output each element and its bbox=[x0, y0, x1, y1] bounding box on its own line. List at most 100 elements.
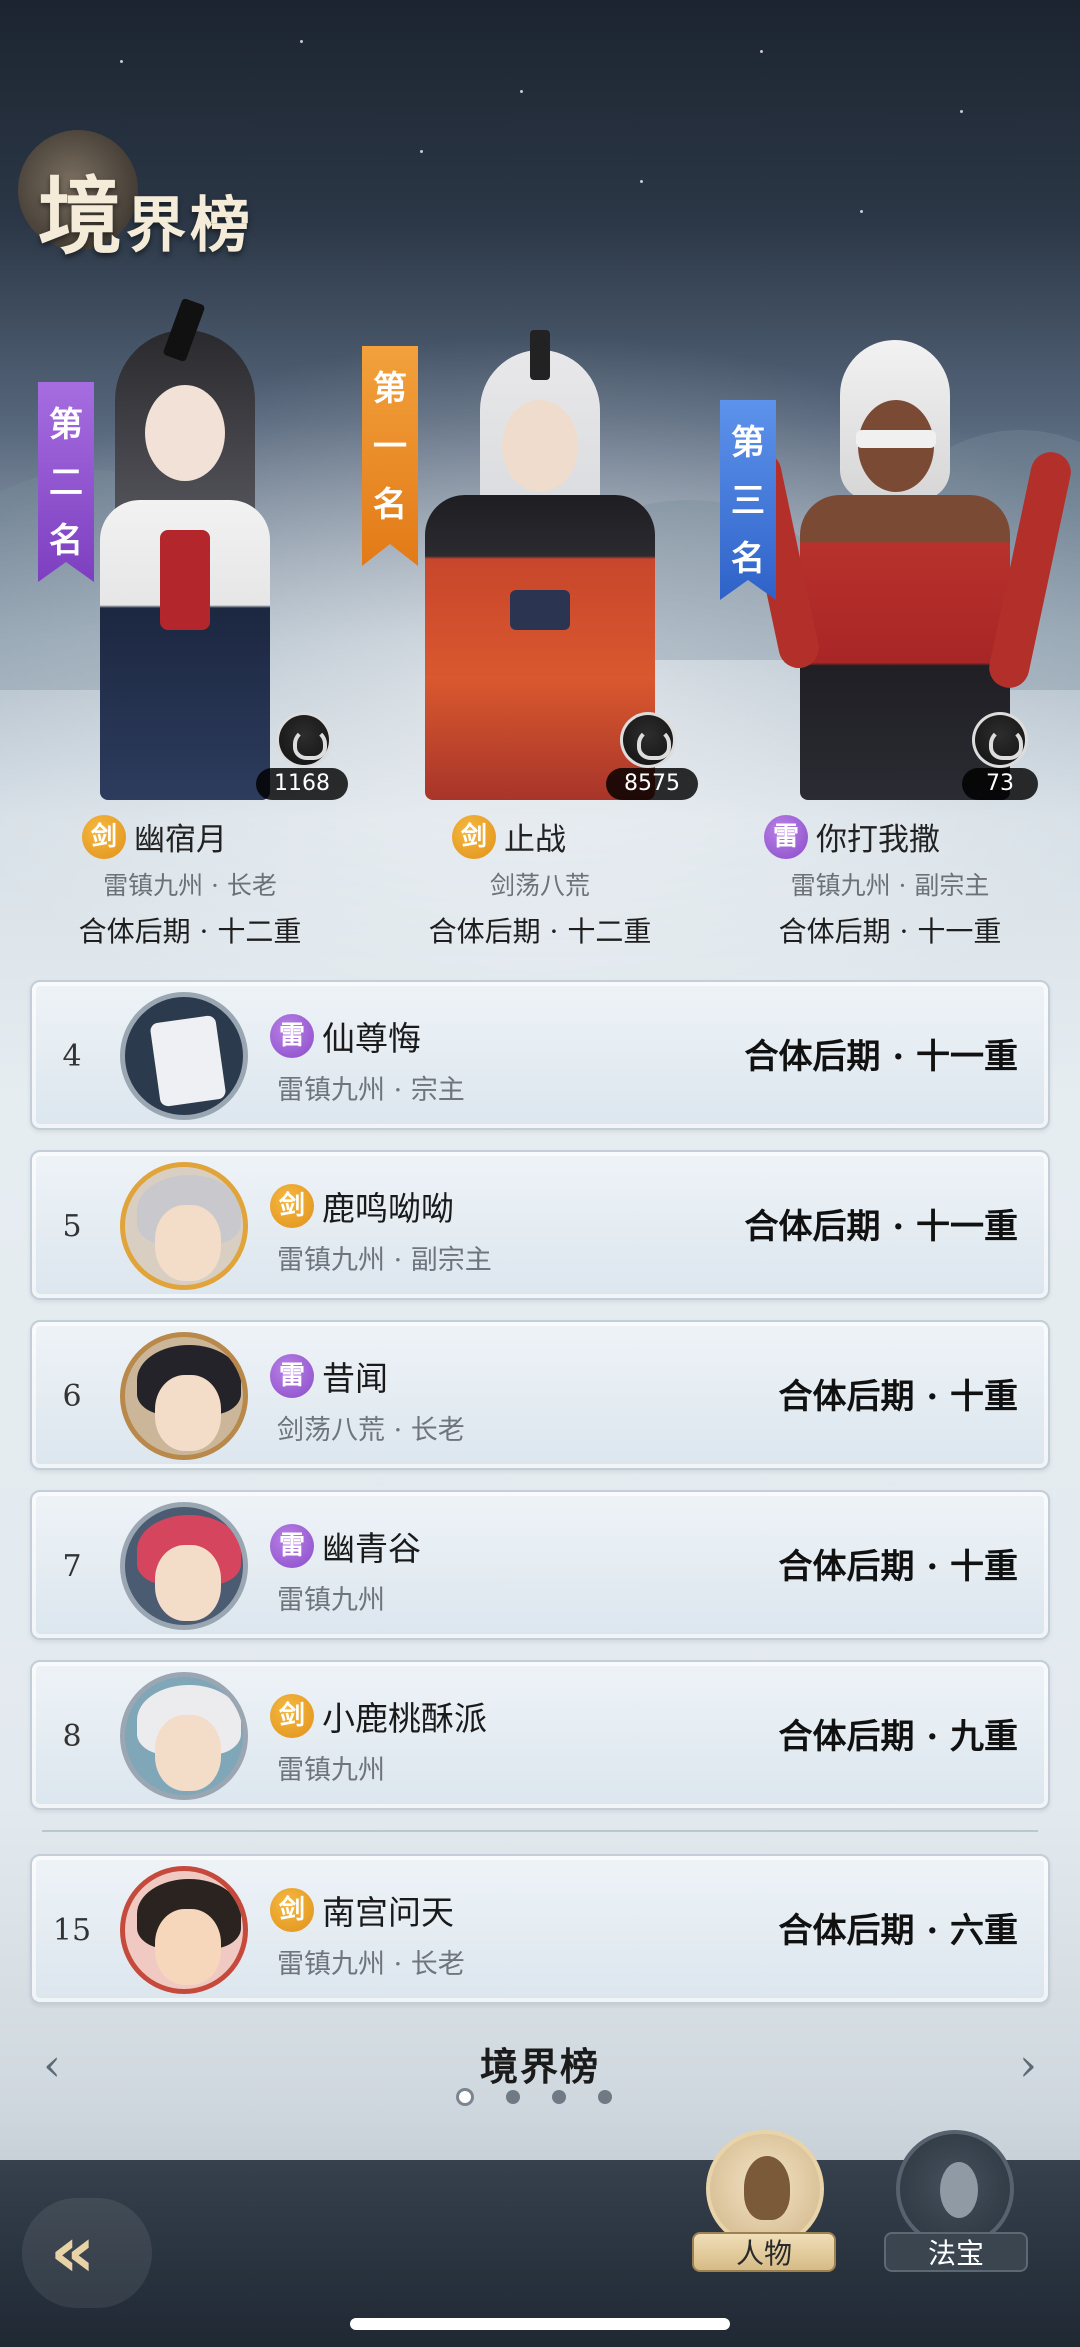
player-name: 幽青谷 bbox=[322, 1529, 421, 1568]
row-sect: 雷镇九州 bbox=[277, 1585, 385, 1616]
sword-badge-icon: 剑 bbox=[270, 1694, 314, 1738]
avatar[interactable] bbox=[120, 1866, 248, 1994]
row-sect: 雷镇九州 · 长老 bbox=[277, 1949, 465, 1980]
sword-badge-icon: 剑 bbox=[82, 814, 126, 859]
rank-char: 二 bbox=[49, 463, 83, 503]
avatar[interactable] bbox=[120, 1162, 248, 1290]
row-realm: 合体后期 · 九重 bbox=[778, 1717, 1018, 1757]
page-title-first-char: 境 bbox=[38, 167, 127, 266]
podium-sect-3: 雷镇九州 · 副宗主 bbox=[790, 871, 990, 900]
star bbox=[420, 150, 423, 153]
thunder-badge-icon: 雷 bbox=[270, 1354, 314, 1398]
table-row[interactable]: 6 雷 昔闻 剑荡八荒 · 长老 合体后期 · 十重 bbox=[30, 1320, 1050, 1470]
player-name: 你打我撒 bbox=[816, 822, 940, 858]
thunder-badge-icon: 雷 bbox=[764, 814, 808, 859]
player-name: 止战 bbox=[504, 822, 566, 858]
like-count: 1168 bbox=[256, 768, 348, 800]
player-name: 幽宿月 bbox=[134, 822, 227, 858]
tab-characters[interactable]: 人物 bbox=[692, 2232, 836, 2272]
row-rank: 7 bbox=[62, 1549, 82, 1584]
row-realm: 合体后期 · 十重 bbox=[778, 1547, 1018, 1587]
row-realm: 合体后期 · 十一重 bbox=[744, 1207, 1018, 1247]
thunder-badge-icon: 雷 bbox=[270, 1524, 314, 1568]
star bbox=[640, 180, 643, 183]
rank-banner-2: 第 二 名 bbox=[38, 382, 94, 582]
podium-sect-2: 雷镇九州 · 长老 bbox=[103, 871, 277, 900]
row-name: 剑 小鹿桃酥派 bbox=[270, 1692, 487, 1740]
list-divider bbox=[42, 1830, 1038, 1832]
back-arrow-icon[interactable]: « bbox=[50, 2217, 130, 2287]
table-row-self[interactable]: 15 剑 南宫问天 雷镇九州 · 长老 合体后期 · 六重 bbox=[30, 1854, 1050, 2004]
page-indicator bbox=[456, 2088, 612, 2106]
page-dot[interactable] bbox=[552, 2090, 566, 2104]
like-count: 73 bbox=[962, 768, 1038, 800]
like-icon[interactable] bbox=[620, 712, 676, 768]
podium-realm-1: 合体后期 · 十二重 bbox=[428, 915, 652, 948]
row-name: 雷 幽青谷 bbox=[270, 1522, 421, 1570]
row-realm: 合体后期 · 十一重 bbox=[744, 1037, 1018, 1077]
avatar[interactable] bbox=[120, 1332, 248, 1460]
sword-badge-icon: 剑 bbox=[452, 814, 496, 859]
like-icon[interactable] bbox=[276, 712, 332, 768]
rank-char: 第 bbox=[731, 423, 765, 463]
player-name: 鹿鸣呦呦 bbox=[322, 1189, 454, 1228]
row-rank: 4 bbox=[62, 1039, 82, 1074]
page-title-rest: 界榜 bbox=[126, 191, 255, 261]
sword-badge-icon: 剑 bbox=[270, 1888, 314, 1932]
podium-character-2[interactable] bbox=[60, 297, 310, 800]
row-rank: 6 bbox=[62, 1379, 82, 1414]
table-row[interactable]: 8 剑 小鹿桃酥派 雷镇九州 合体后期 · 九重 bbox=[30, 1660, 1050, 1810]
rank-char: 名 bbox=[49, 521, 83, 561]
thunder-badge-icon: 雷 bbox=[270, 1014, 314, 1058]
star bbox=[120, 60, 123, 63]
treasure-tab-icon[interactable] bbox=[896, 2130, 1014, 2248]
page-dot[interactable] bbox=[598, 2090, 612, 2104]
star bbox=[300, 40, 303, 43]
rank-banner-3: 第 三 名 bbox=[720, 400, 776, 600]
sword-badge-icon: 剑 bbox=[270, 1184, 314, 1228]
rank-char: 一 bbox=[373, 427, 407, 467]
podium-name-1[interactable]: 剑 止战 bbox=[452, 814, 566, 859]
star bbox=[760, 50, 763, 53]
table-row[interactable]: 4 雷 仙尊悔 雷镇九州 · 宗主 合体后期 · 十一重 bbox=[30, 980, 1050, 1130]
rank-char: 第 bbox=[49, 405, 83, 445]
row-name: 剑 鹿鸣呦呦 bbox=[270, 1182, 454, 1230]
rank-char: 第 bbox=[373, 369, 407, 409]
row-sect: 雷镇九州 bbox=[277, 1755, 385, 1786]
tab-treasures[interactable]: 法宝 bbox=[884, 2232, 1028, 2272]
podium-name-2[interactable]: 剑 幽宿月 bbox=[82, 814, 227, 859]
rank-char: 名 bbox=[731, 539, 765, 579]
podium-sect-1: 剑荡八荒 bbox=[489, 871, 590, 900]
table-row[interactable]: 7 雷 幽青谷 雷镇九州 合体后期 · 十重 bbox=[30, 1490, 1050, 1640]
player-name: 南宫问天 bbox=[322, 1893, 454, 1932]
table-row[interactable]: 5 剑 鹿鸣呦呦 雷镇九州 · 副宗主 合体后期 · 十一重 bbox=[30, 1150, 1050, 1300]
row-sect: 雷镇九州 · 宗主 bbox=[277, 1075, 465, 1106]
avatar[interactable] bbox=[120, 1672, 248, 1800]
row-rank: 8 bbox=[62, 1719, 82, 1754]
row-rank: 5 bbox=[62, 1209, 82, 1244]
like-icon[interactable] bbox=[972, 712, 1028, 768]
rank-char: 三 bbox=[731, 481, 765, 521]
leaderboard-screen: 境界榜 第 二 名 1168 第 一 名 8575 第 三 名 73 剑 幽宿月… bbox=[0, 0, 1080, 2347]
row-realm: 合体后期 · 六重 bbox=[778, 1911, 1018, 1951]
character-tab-icon[interactable] bbox=[706, 2130, 824, 2248]
row-name: 剑 南宫问天 bbox=[270, 1886, 454, 1934]
podium-realm-3: 合体后期 · 十一重 bbox=[778, 915, 1002, 948]
row-sect: 剑荡八荒 · 长老 bbox=[277, 1415, 465, 1446]
podium-realm-2: 合体后期 · 十二重 bbox=[78, 915, 302, 948]
podium-name-3[interactable]: 雷 你打我撒 bbox=[764, 814, 940, 859]
page-dot-active[interactable] bbox=[456, 2088, 474, 2106]
star bbox=[520, 90, 523, 93]
avatar[interactable] bbox=[120, 1502, 248, 1630]
page-title: 境界榜 bbox=[38, 150, 254, 271]
row-realm: 合体后期 · 十重 bbox=[778, 1377, 1018, 1417]
star bbox=[960, 110, 963, 113]
row-name: 雷 昔闻 bbox=[270, 1352, 388, 1400]
avatar[interactable] bbox=[120, 992, 248, 1120]
row-sect: 雷镇九州 · 副宗主 bbox=[277, 1245, 492, 1276]
rank-char: 名 bbox=[373, 485, 407, 525]
page-dot[interactable] bbox=[506, 2090, 520, 2104]
like-count: 8575 bbox=[606, 768, 698, 800]
player-name: 小鹿桃酥派 bbox=[322, 1699, 487, 1738]
board-title: 境界榜 bbox=[479, 2044, 600, 2089]
